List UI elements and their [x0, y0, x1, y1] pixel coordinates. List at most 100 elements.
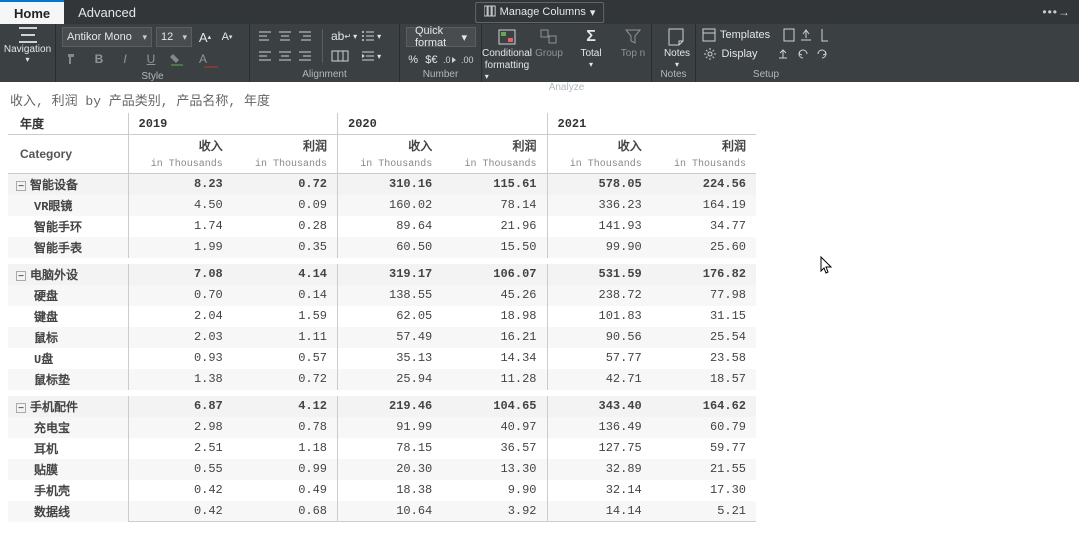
cell-value[interactable]: 106.07	[442, 264, 547, 285]
cell-value[interactable]: 578.05	[547, 173, 652, 195]
row-label[interactable]: 充电宝	[8, 417, 128, 438]
table-row[interactable]: 耳机2.511.1878.1536.57127.7559.77	[8, 438, 756, 459]
cell-value[interactable]: 1.74	[128, 216, 233, 237]
cell-value[interactable]: 219.46	[338, 396, 443, 417]
cell-value[interactable]: 0.68	[233, 501, 338, 522]
format-painter-button[interactable]	[64, 50, 82, 68]
cell-value[interactable]: 164.19	[652, 195, 756, 216]
category-label[interactable]: −手机配件	[8, 396, 128, 417]
cell-value[interactable]: 1.11	[233, 327, 338, 348]
row-label[interactable]: 耳机	[8, 438, 128, 459]
quick-format-combo[interactable]: Quick format▾	[406, 27, 476, 47]
cell-value[interactable]: 21.96	[442, 216, 547, 237]
navigation-button[interactable]: Navigation ▾	[4, 44, 51, 64]
cell-value[interactable]: 32.14	[547, 480, 652, 501]
grow-font-button[interactable]: A▴	[196, 28, 214, 46]
tab-home[interactable]: Home	[0, 0, 64, 24]
templates-button[interactable]: Templates	[720, 29, 770, 41]
cell-value[interactable]: 0.35	[233, 237, 338, 258]
fill-color-button[interactable]	[168, 50, 186, 68]
category-row[interactable]: −电脑外设7.084.14319.17106.07531.59176.82	[8, 264, 756, 285]
cell-value[interactable]: 336.23	[547, 195, 652, 216]
cell-value[interactable]: 60.50	[338, 237, 443, 258]
cell-value[interactable]: 115.61	[442, 173, 547, 195]
cell-value[interactable]: 1.18	[233, 438, 338, 459]
cell-value[interactable]: 0.49	[233, 480, 338, 501]
cell-value[interactable]: 1.99	[128, 237, 233, 258]
header-year-2021[interactable]: 2021	[547, 113, 756, 135]
header-profit[interactable]: 利润	[442, 135, 547, 157]
table-row[interactable]: 键盘2.041.5962.0518.98101.8331.15	[8, 306, 756, 327]
display-button[interactable]: Display	[721, 48, 757, 60]
undo-icon[interactable]	[795, 46, 810, 62]
header-category[interactable]: Category	[8, 135, 128, 174]
currency-button[interactable]: $€	[424, 51, 438, 69]
row-label[interactable]: 手机壳	[8, 480, 128, 501]
header-profit[interactable]: 利润	[652, 135, 756, 157]
cell-value[interactable]: 0.57	[233, 348, 338, 369]
cell-value[interactable]: 104.65	[442, 396, 547, 417]
cell-value[interactable]: 17.30	[652, 480, 756, 501]
cell-value[interactable]: 99.90	[547, 237, 652, 258]
cell-value[interactable]: 141.93	[547, 216, 652, 237]
cell-value[interactable]: 0.55	[128, 459, 233, 480]
cell-value[interactable]: 0.70	[128, 285, 233, 306]
align-center[interactable]	[276, 47, 294, 65]
collapse-icon[interactable]: −	[16, 271, 26, 281]
cell-value[interactable]: 14.14	[547, 501, 652, 522]
cell-value[interactable]: 31.15	[652, 306, 756, 327]
align-top-left[interactable]	[256, 27, 274, 45]
cell-value[interactable]: 4.14	[233, 264, 338, 285]
cell-value[interactable]: 25.54	[652, 327, 756, 348]
cell-value[interactable]: 101.83	[547, 306, 652, 327]
header-revenue[interactable]: 收入	[338, 135, 443, 157]
bold-button[interactable]: B	[90, 50, 108, 68]
cell-value[interactable]: 34.77	[652, 216, 756, 237]
cell-value[interactable]: 531.59	[547, 264, 652, 285]
bracket-icon[interactable]	[817, 27, 830, 43]
cell-value[interactable]: 0.93	[128, 348, 233, 369]
table-row[interactable]: 智能手环1.740.2889.6421.96141.9334.77	[8, 216, 756, 237]
table-row[interactable]: 手机壳0.420.4918.389.9032.1417.30	[8, 480, 756, 501]
cell-value[interactable]: 0.28	[233, 216, 338, 237]
row-label[interactable]: 鼠标	[8, 327, 128, 348]
cell-value[interactable]: 138.55	[338, 285, 443, 306]
cell-value[interactable]: 18.38	[338, 480, 443, 501]
topn-button[interactable]: Top n	[614, 27, 652, 59]
cell-value[interactable]: 5.21	[652, 501, 756, 522]
table-row[interactable]: 智能手表1.990.3560.5015.5099.9025.60	[8, 237, 756, 258]
cell-value[interactable]: 45.26	[442, 285, 547, 306]
category-label[interactable]: −电脑外设	[8, 264, 128, 285]
cell-value[interactable]: 238.72	[547, 285, 652, 306]
collapse-icon[interactable]: −	[16, 181, 26, 191]
row-label[interactable]: 智能手环	[8, 216, 128, 237]
cell-value[interactable]: 160.02	[338, 195, 443, 216]
cell-value[interactable]: 57.77	[547, 348, 652, 369]
table-row[interactable]: 贴膜0.550.9920.3013.3032.8921.55	[8, 459, 756, 480]
cell-value[interactable]: 0.72	[233, 173, 338, 195]
cell-value[interactable]: 136.49	[547, 417, 652, 438]
cell-value[interactable]: 0.78	[233, 417, 338, 438]
cell-value[interactable]: 16.21	[442, 327, 547, 348]
category-row[interactable]: −手机配件6.874.12219.46104.65343.40164.62	[8, 396, 756, 417]
cell-value[interactable]: 0.09	[233, 195, 338, 216]
row-label[interactable]: 贴膜	[8, 459, 128, 480]
cell-value[interactable]: 8.23	[128, 173, 233, 195]
cell-value[interactable]: 0.14	[233, 285, 338, 306]
cell-value[interactable]: 3.92	[442, 501, 547, 522]
row-label[interactable]: VR眼镜	[8, 195, 128, 216]
bullets-button[interactable]: ▾	[361, 27, 381, 45]
cell-value[interactable]: 0.42	[128, 501, 233, 522]
cell-value[interactable]: 4.50	[128, 195, 233, 216]
cell-value[interactable]: 90.56	[547, 327, 652, 348]
header-year[interactable]: 年度	[8, 113, 128, 135]
conditional-formatting-button[interactable]: Conditional formatting ▾	[488, 27, 526, 82]
header-revenue[interactable]: 收入	[547, 135, 652, 157]
header-revenue[interactable]: 收入	[128, 135, 233, 157]
cell-value[interactable]: 23.58	[652, 348, 756, 369]
table-row[interactable]: U盘0.930.5735.1314.3457.7723.58	[8, 348, 756, 369]
collapse-icon[interactable]: −	[16, 403, 26, 413]
cell-value[interactable]: 224.56	[652, 173, 756, 195]
table-row[interactable]: VR眼镜4.500.09160.0278.14336.23164.19	[8, 195, 756, 216]
wrap-text-button[interactable]: ab↵▾	[331, 27, 357, 45]
